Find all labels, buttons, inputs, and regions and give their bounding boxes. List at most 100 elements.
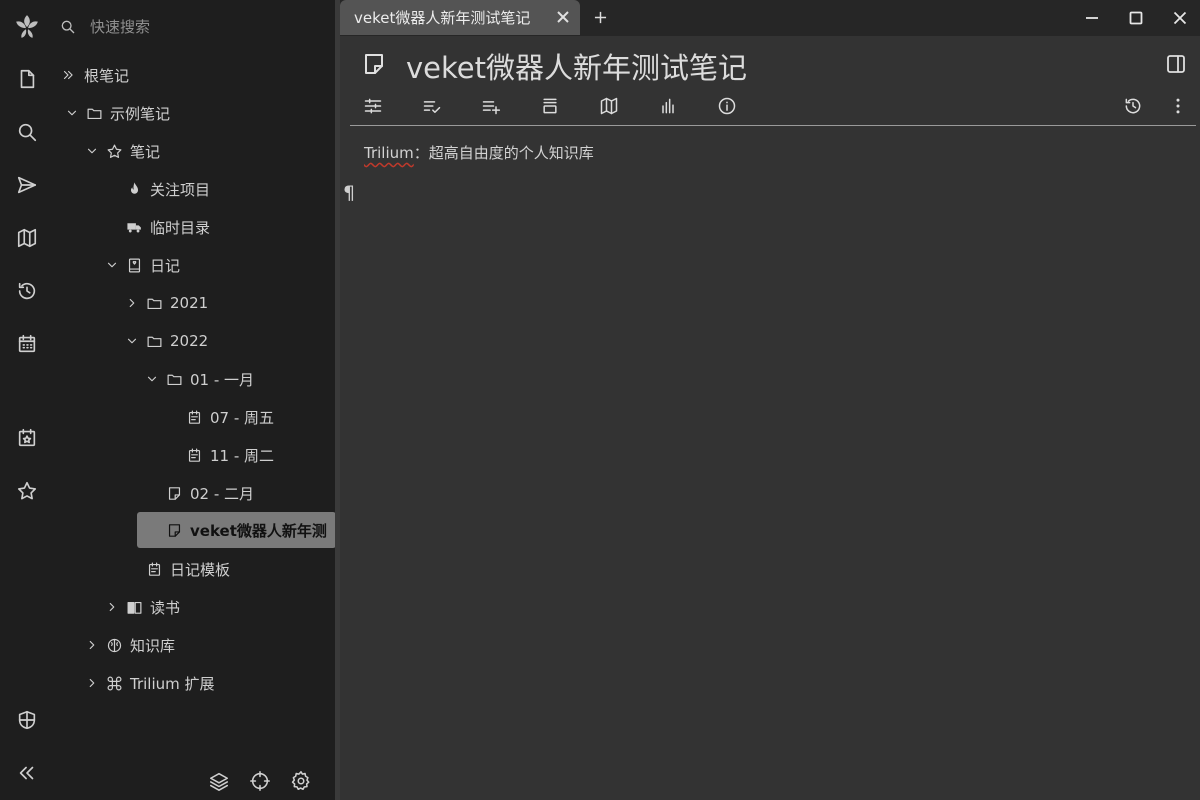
maximize-button[interactable]: [1124, 6, 1148, 30]
tree-node-active-note[interactable]: veket微器人新年测: [137, 512, 336, 548]
gear-icon[interactable]: [288, 768, 314, 794]
note-tree-panel: 根笔记 示例笔记 笔记 关注项目 临时目录 日记 2021 20: [54, 0, 336, 800]
close-icon[interactable]: [554, 8, 572, 26]
close-window-button[interactable]: [1168, 6, 1192, 30]
tree-node-day-11[interactable]: 11 - 周二: [162, 439, 274, 471]
chevron-right-icon[interactable]: [82, 635, 102, 655]
note-map-icon[interactable]: [13, 224, 41, 252]
protected-session-icon[interactable]: [13, 706, 41, 734]
new-note-icon[interactable]: [13, 65, 41, 93]
tree-node-label: 11 - 周二: [210, 446, 275, 465]
chevron-down-icon[interactable]: [62, 103, 82, 123]
note-map-icon[interactable]: [596, 93, 622, 119]
jump-to-note-icon[interactable]: [13, 171, 41, 199]
chevron-down-icon[interactable]: [142, 369, 162, 389]
folder-icon: [144, 293, 164, 313]
tree-node-label: 07 - 周五: [210, 408, 275, 427]
note-editor[interactable]: Trilium：超高自由度的个人知识库: [364, 142, 1184, 163]
tree-node-examples[interactable]: 示例笔记: [62, 97, 170, 129]
history-icon[interactable]: [1120, 93, 1146, 119]
launcher-bar: [0, 0, 54, 800]
minimize-icon: [1086, 17, 1098, 19]
tree-node-february[interactable]: 02 - 二月: [142, 477, 254, 509]
tree-node-trilium-extensions[interactable]: Trilium 扩展: [82, 667, 215, 699]
tree-node-label: 02 - 二月: [190, 484, 255, 503]
tree-node-label: 根笔记: [84, 66, 130, 85]
tree-node-label: Trilium 扩展: [130, 674, 215, 693]
tree-node-label: 临时目录: [150, 218, 211, 237]
note-content-paragraph[interactable]: Trilium：超高自由度的个人知识库: [364, 142, 1184, 163]
tree-node-label: 日记模板: [170, 560, 231, 579]
tree-node-journal[interactable]: 日记: [102, 249, 180, 281]
search-icon[interactable]: [13, 118, 41, 146]
calendar-note-icon: [184, 407, 204, 427]
new-tab-button[interactable]: [590, 6, 610, 28]
star-icon: [104, 141, 124, 161]
tree-node-reading[interactable]: 读书: [102, 591, 180, 623]
tree-node-label: 读书: [150, 598, 181, 617]
tab-title: veket微器人新年测试笔记: [354, 9, 531, 27]
tree-node-label: 笔记: [130, 142, 161, 161]
add-list-icon[interactable]: [478, 93, 504, 119]
calendar-note-icon: [144, 559, 164, 579]
tree-node-label: 2022: [170, 332, 209, 350]
tree-node-focus-projects[interactable]: 关注项目: [102, 173, 210, 205]
tree-node-root[interactable]: 根笔记: [58, 59, 129, 91]
quick-search-input[interactable]: [90, 13, 320, 41]
brain-icon: [104, 635, 124, 655]
book-icon: [124, 597, 144, 617]
tab-bar: veket微器人新年测试笔记: [340, 0, 1200, 36]
quick-search: [54, 10, 335, 44]
tree-node-journal-template[interactable]: 日记模板: [122, 553, 230, 585]
tree-node-temp-directory[interactable]: 临时目录: [102, 211, 210, 243]
plus-icon: [594, 11, 606, 23]
note-content-text: ：超高自由度的个人知识库: [413, 144, 594, 162]
note-icon[interactable]: [362, 52, 386, 76]
maximize-icon: [1129, 11, 1143, 25]
chevron-down-icon[interactable]: [82, 141, 102, 161]
note-title-row: veket微器人新年测试笔记: [340, 40, 1200, 86]
command-icon: [104, 673, 124, 693]
recent-changes-icon[interactable]: [13, 277, 41, 305]
pilcrow-marker: ¶: [343, 182, 356, 204]
tree-footer: [54, 760, 335, 800]
logo-icon[interactable]: [13, 12, 41, 40]
more-options-icon[interactable]: [1165, 93, 1191, 119]
folder-icon: [164, 369, 184, 389]
calendar-icon[interactable]: [13, 330, 41, 358]
bar-chart-icon[interactable]: [655, 93, 681, 119]
bookmark-star-icon[interactable]: [13, 477, 41, 505]
today-note-icon[interactable]: [13, 424, 41, 452]
layers-icon[interactable]: [206, 768, 232, 794]
chevron-right-icon[interactable]: [82, 673, 102, 693]
search-icon: [60, 19, 76, 35]
collapse-icon[interactable]: [537, 93, 563, 119]
spellcheck-word: Trilium: [364, 144, 414, 162]
collapse-sidebar-icon[interactable]: [13, 759, 41, 787]
fire-icon: [124, 179, 144, 199]
tree-node-label: 关注项目: [150, 180, 211, 199]
tree-node-2021[interactable]: 2021: [122, 287, 208, 319]
folder-icon: [144, 331, 164, 351]
tree-node-2022[interactable]: 2022: [122, 325, 208, 357]
chevron-right-icon[interactable]: [122, 293, 142, 313]
chevron-down-icon[interactable]: [102, 255, 122, 275]
format-list-check-icon[interactable]: [419, 93, 445, 119]
tree-node-knowledge-base[interactable]: 知识库: [82, 629, 175, 661]
sliders-icon[interactable]: [360, 93, 386, 119]
tree-node-notes[interactable]: 笔记: [82, 135, 160, 167]
note-toolbar: [350, 90, 1196, 126]
crosshair-icon[interactable]: [247, 768, 273, 794]
tree-node-label: 2021: [170, 294, 209, 312]
double-chevron-icon[interactable]: [58, 65, 78, 85]
chevron-down-icon[interactable]: [122, 331, 142, 351]
info-icon[interactable]: [714, 93, 740, 119]
tab-active-note[interactable]: veket微器人新年测试笔记: [340, 0, 580, 35]
tree-node-day-07[interactable]: 07 - 周五: [162, 401, 274, 433]
tree-node-january[interactable]: 01 - 一月: [142, 363, 254, 395]
minimize-button[interactable]: [1080, 6, 1104, 30]
note-title[interactable]: veket微器人新年测试笔记: [406, 45, 747, 87]
chevron-right-icon[interactable]: [102, 597, 122, 617]
toggle-right-pane-icon[interactable]: [1166, 54, 1188, 76]
tree-node-label: veket微器人新年测: [190, 521, 327, 540]
